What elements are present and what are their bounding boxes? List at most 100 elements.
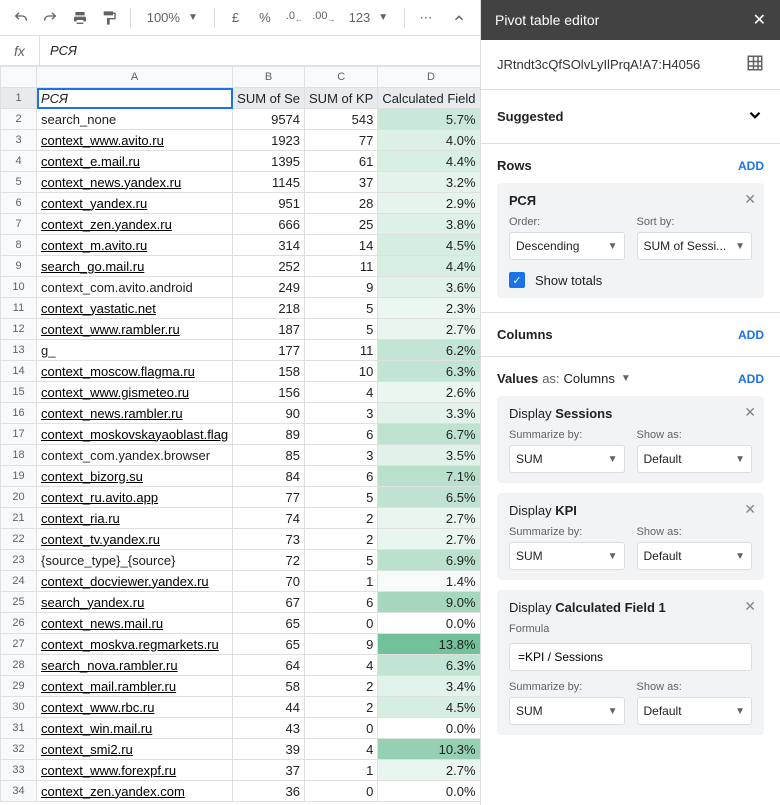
cell[interactable]: context_bizorg.su	[37, 466, 233, 487]
cell[interactable]: context_ru.avito.app	[37, 487, 233, 508]
col-header[interactable]: A	[37, 67, 233, 88]
sortby-select[interactable]: SUM of Sessi...▼	[637, 232, 753, 260]
cell[interactable]: 9	[305, 277, 378, 298]
row-header[interactable]: 16	[1, 403, 37, 424]
cell[interactable]: 249	[233, 277, 305, 298]
col-header[interactable]: D	[378, 67, 480, 88]
row-header[interactable]: 18	[1, 445, 37, 466]
row-header[interactable]: 17	[1, 424, 37, 445]
cell[interactable]: context_www.rambler.ru	[37, 319, 233, 340]
cell[interactable]: 39	[233, 739, 305, 760]
undo-button[interactable]	[8, 4, 33, 32]
cell[interactable]: 2.7%	[378, 319, 480, 340]
row-header[interactable]: 19	[1, 466, 37, 487]
summarize-select[interactable]: SUM▼	[509, 542, 625, 570]
row-header[interactable]: 15	[1, 382, 37, 403]
percent-button[interactable]: %	[252, 4, 277, 32]
cell[interactable]: 84	[233, 466, 305, 487]
row-header[interactable]: 30	[1, 697, 37, 718]
cell[interactable]: context_www.forexpf.ru	[37, 760, 233, 781]
cell[interactable]: 43	[233, 718, 305, 739]
row-header[interactable]: 9	[1, 256, 37, 277]
select-all[interactable]	[1, 67, 37, 88]
cell[interactable]: 6.5%	[378, 487, 480, 508]
cell[interactable]: 14	[305, 235, 378, 256]
cell[interactable]: 177	[233, 340, 305, 361]
row-header[interactable]: 23	[1, 550, 37, 571]
cell[interactable]: 73	[233, 529, 305, 550]
row-header[interactable]: 13	[1, 340, 37, 361]
cell[interactable]: 65	[233, 634, 305, 655]
cell[interactable]: 10.3%	[378, 739, 480, 760]
cell[interactable]: search_go.mail.ru	[37, 256, 233, 277]
cell[interactable]: 74	[233, 508, 305, 529]
row-header[interactable]: 12	[1, 319, 37, 340]
cell[interactable]: 6	[305, 592, 378, 613]
row-header[interactable]: 27	[1, 634, 37, 655]
cell[interactable]: 3.5%	[378, 445, 480, 466]
add-values-button[interactable]: ADD	[738, 372, 764, 386]
cell[interactable]: g_	[37, 340, 233, 361]
cell[interactable]: 6.9%	[378, 550, 480, 571]
cell[interactable]: 5	[305, 319, 378, 340]
cell[interactable]: context_news.mail.ru	[37, 613, 233, 634]
cell[interactable]: 72	[233, 550, 305, 571]
row-header[interactable]: 3	[1, 130, 37, 151]
cell[interactable]: 6.2%	[378, 340, 480, 361]
remove-icon[interactable]: ✕	[744, 501, 756, 518]
cell[interactable]: context_zen.yandex.ru	[37, 214, 233, 235]
cell[interactable]: 89	[233, 424, 305, 445]
cell[interactable]: 314	[233, 235, 305, 256]
cell[interactable]: {source_type}_{source}	[37, 550, 233, 571]
cell[interactable]: context_docviewer.yandex.ru	[37, 571, 233, 592]
increase-decimal-button[interactable]: .00→	[311, 4, 336, 32]
cell[interactable]: context_tv.yandex.ru	[37, 529, 233, 550]
summarize-select[interactable]: SUM▼	[509, 697, 625, 725]
cell[interactable]: context_smi2.ru	[37, 739, 233, 760]
cell[interactable]: 58	[233, 676, 305, 697]
cell[interactable]: 1	[305, 760, 378, 781]
cell[interactable]: 0	[305, 613, 378, 634]
cell[interactable]: 2.7%	[378, 508, 480, 529]
cell[interactable]: context_moskovskayaoblast.flag	[37, 424, 233, 445]
cell[interactable]: 187	[233, 319, 305, 340]
cell[interactable]: 7.1%	[378, 466, 480, 487]
row-header[interactable]: 1	[1, 88, 37, 109]
cell[interactable]: 6	[305, 466, 378, 487]
cell[interactable]: 4	[305, 655, 378, 676]
row-header[interactable]: 26	[1, 613, 37, 634]
cell[interactable]: 4.4%	[378, 151, 480, 172]
remove-icon[interactable]: ✕	[744, 191, 756, 208]
cell[interactable]: 2	[305, 676, 378, 697]
cell[interactable]: 4.4%	[378, 256, 480, 277]
cell[interactable]: context_www.gismeteo.ru	[37, 382, 233, 403]
row-header[interactable]: 29	[1, 676, 37, 697]
cell[interactable]: 0.0%	[378, 613, 480, 634]
cell[interactable]: context_news.rambler.ru	[37, 403, 233, 424]
zoom-select[interactable]: 100%▼	[139, 10, 206, 25]
cell[interactable]: 44	[233, 697, 305, 718]
cell[interactable]: 13.8%	[378, 634, 480, 655]
cell[interactable]: 2	[305, 508, 378, 529]
cell[interactable]: 2.7%	[378, 760, 480, 781]
cell[interactable]: 1923	[233, 130, 305, 151]
cell[interactable]: 3.4%	[378, 676, 480, 697]
col-header[interactable]: B	[233, 67, 305, 88]
row-header[interactable]: 8	[1, 235, 37, 256]
cell[interactable]: 11	[305, 256, 378, 277]
cell[interactable]: 252	[233, 256, 305, 277]
cell[interactable]: search_yandex.ru	[37, 592, 233, 613]
cell[interactable]: 3.2%	[378, 172, 480, 193]
cell[interactable]: 6	[305, 424, 378, 445]
cell[interactable]: 61	[305, 151, 378, 172]
row-header[interactable]: 6	[1, 193, 37, 214]
cell[interactable]: 0	[305, 781, 378, 802]
cell[interactable]: 1	[305, 571, 378, 592]
cell[interactable]: 37	[305, 172, 378, 193]
suggested-toggle[interactable]: Suggested	[481, 90, 780, 144]
cell[interactable]: context_com.yandex.browser	[37, 445, 233, 466]
cell[interactable]: 9574	[233, 109, 305, 130]
spreadsheet-grid[interactable]: A B C D 1РСЯSUM of SeSUM of KPCalculated…	[0, 66, 480, 805]
cell[interactable]: 158	[233, 361, 305, 382]
row-header[interactable]: 24	[1, 571, 37, 592]
